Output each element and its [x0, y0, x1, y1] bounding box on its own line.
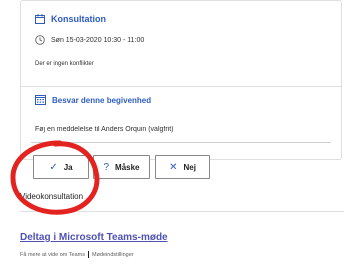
- join-teams-link[interactable]: Deltag i Microsoft Teams-møde: [20, 232, 168, 243]
- tentative-button[interactable]: ? Måske: [93, 155, 150, 179]
- message-input-underline: [31, 142, 331, 143]
- decline-label: Nej: [183, 162, 196, 172]
- event-title-row: Konsultation: [35, 14, 106, 24]
- check-icon: ✓: [49, 161, 58, 173]
- question-icon: ?: [103, 161, 110, 173]
- separator-line: [20, 211, 344, 212]
- footer-separator: [88, 251, 90, 258]
- event-card: Konsultation Søn 15-03-2020 10:30 - 11:0…: [20, 0, 342, 160]
- event-date-row: Søn 15-03-2020 10:30 - 11:00: [35, 35, 144, 45]
- decline-button[interactable]: ✕ Nej: [155, 155, 210, 179]
- conflicts-text: Der er ingen konflikter: [35, 61, 94, 67]
- divider: [21, 86, 341, 87]
- accept-label: Ja: [63, 162, 73, 172]
- cross-icon: ✕: [169, 161, 178, 173]
- calendar-list-icon: [35, 95, 46, 105]
- respond-header: Besvar denne begivenhed: [35, 95, 151, 105]
- tentative-label: Måske: [115, 162, 140, 172]
- accept-button[interactable]: ✓ Ja: [33, 155, 89, 179]
- learn-more-link[interactable]: Få mere at vide om Teams: [20, 252, 85, 258]
- location-text: Videokonsultation: [20, 192, 84, 201]
- meeting-options-link[interactable]: Mødeindstillinger: [92, 252, 134, 258]
- calendar-icon: [35, 14, 45, 24]
- teams-footer: Få mere at vide om Teams Mødeindstilling…: [20, 251, 134, 258]
- clock-icon: [35, 35, 45, 45]
- respond-title: Besvar denne begivenhed: [52, 95, 152, 105]
- event-title[interactable]: Konsultation: [51, 14, 106, 24]
- event-datetime: Søn 15-03-2020 10:30 - 11:00: [51, 36, 145, 44]
- message-input[interactable]: [31, 118, 339, 140]
